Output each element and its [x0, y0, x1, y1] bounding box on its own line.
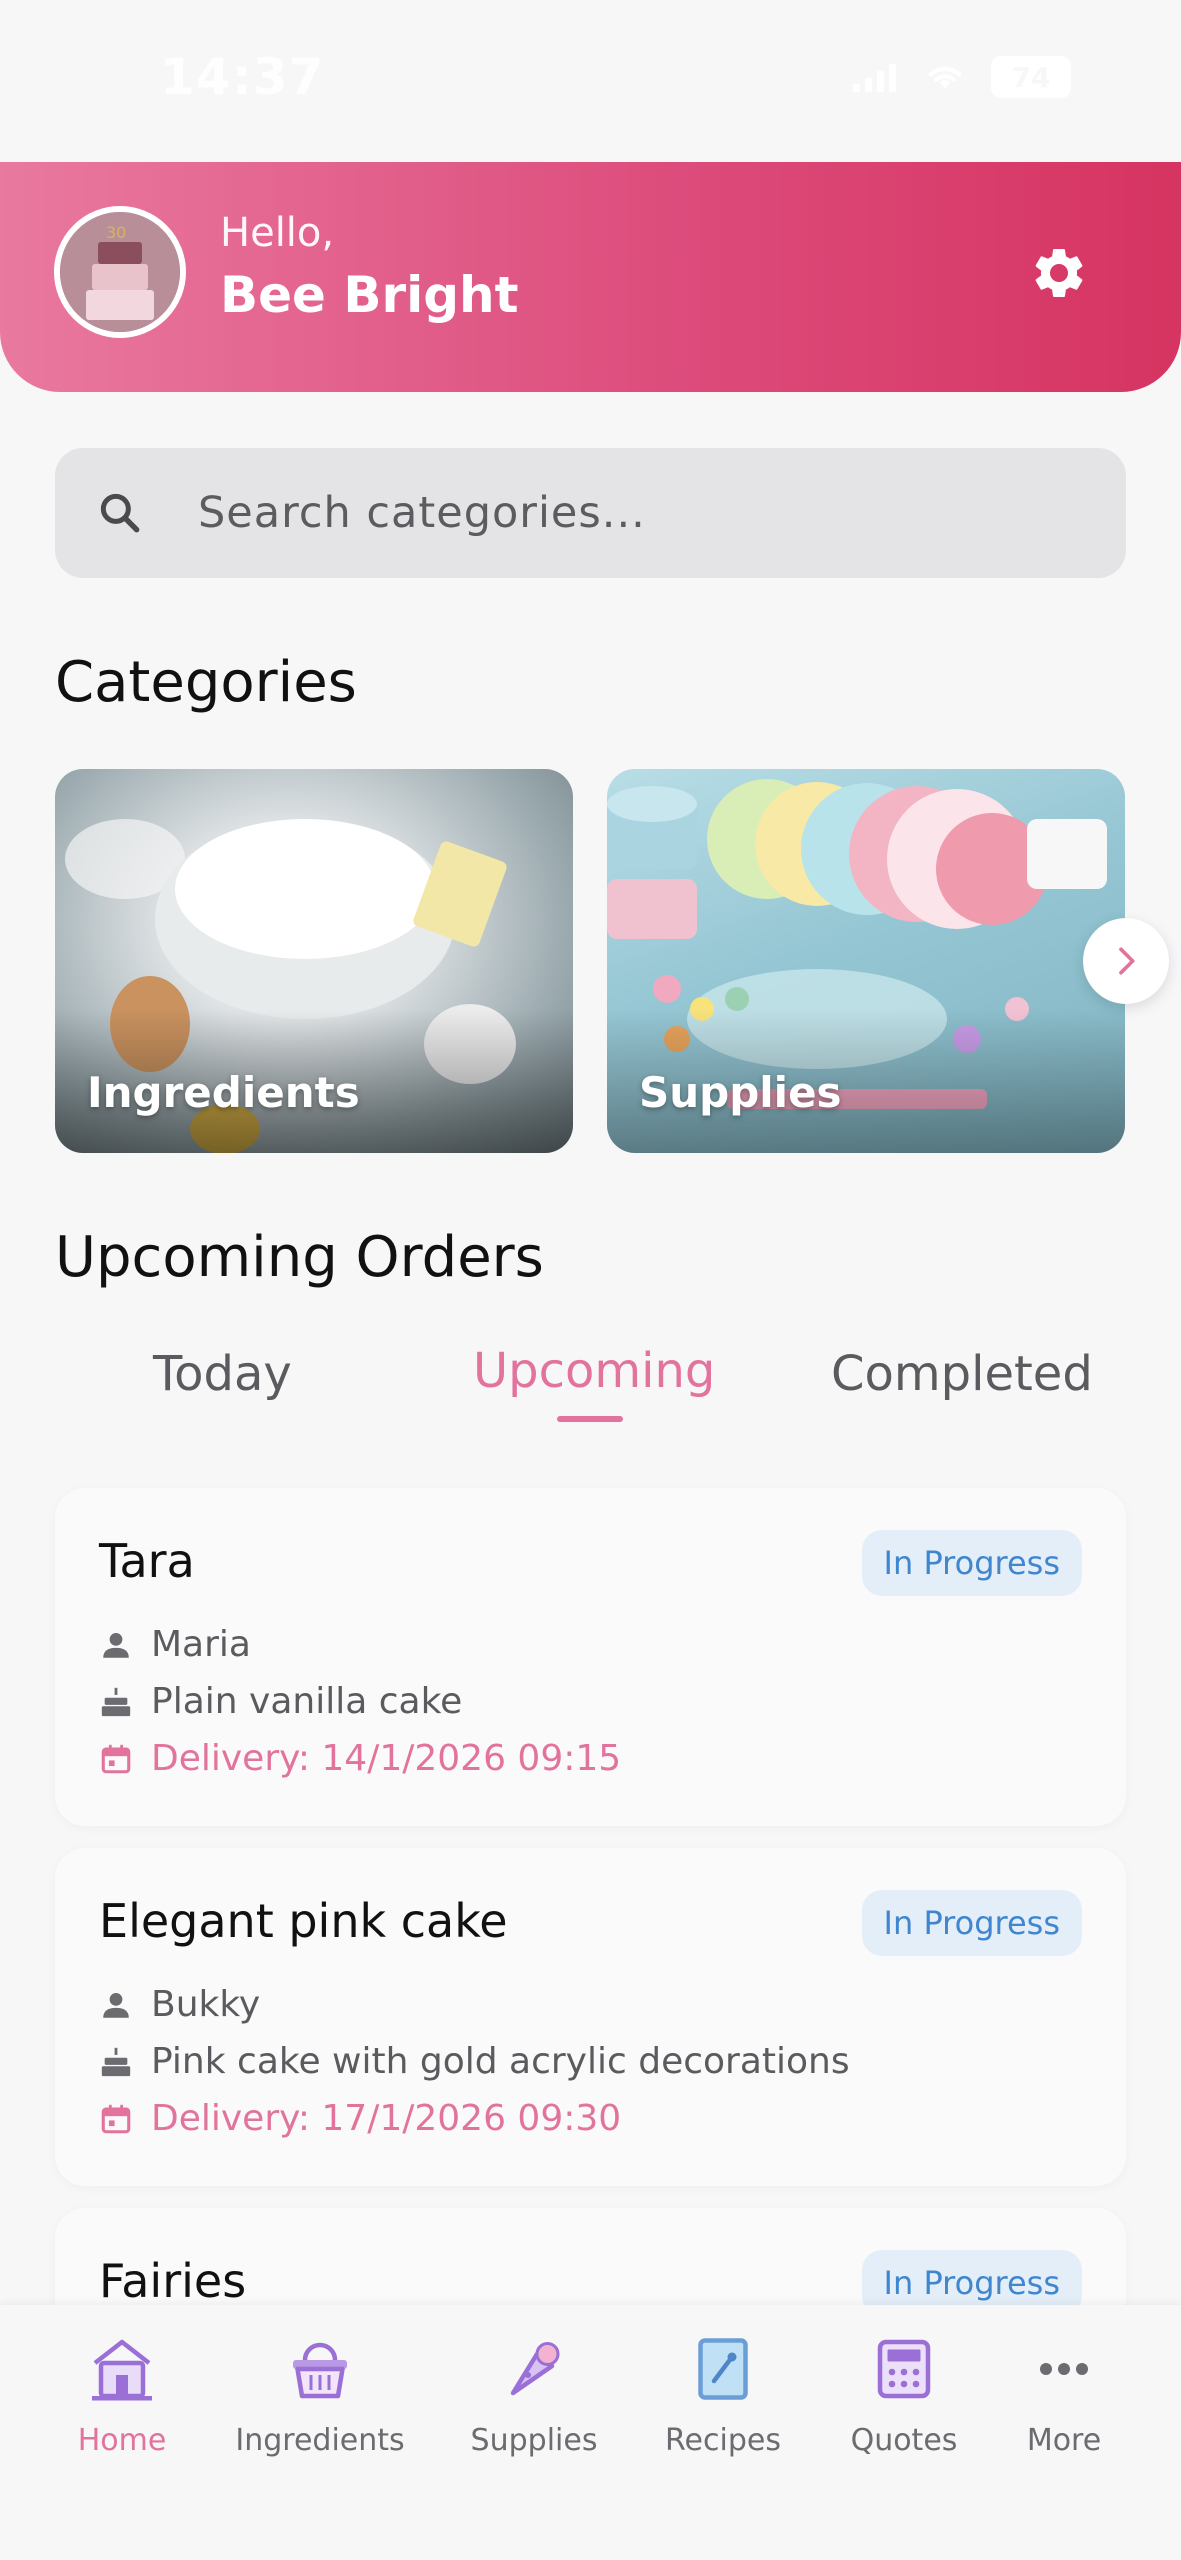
- status-bar: 14:37 74: [0, 0, 1181, 162]
- recipe-book-icon: [698, 2338, 748, 2400]
- status-time: 14:37: [160, 48, 325, 106]
- cake-avatar-image: 30: [60, 212, 180, 332]
- order-description-row: Plain vanilla cake: [99, 1681, 462, 1722]
- status-badge: In Progress: [861, 1890, 1082, 1956]
- order-title: Elegant pink cake: [99, 1894, 508, 1948]
- bottom-navigation: Home Ingredients Supplies Recipes Quotes…: [0, 2305, 1181, 2560]
- nav-item-home[interactable]: Home: [62, 2305, 182, 2495]
- avatar[interactable]: 30: [54, 206, 186, 338]
- order-title: Tara: [99, 1534, 195, 1588]
- nav-label: Supplies: [470, 2423, 598, 2458]
- status-badge: In Progress: [861, 1530, 1082, 1596]
- nav-label: Ingredients: [235, 2423, 405, 2458]
- nav-label: Home: [77, 2423, 167, 2458]
- order-title: Fairies: [99, 2254, 247, 2308]
- wifi-icon: [928, 66, 962, 89]
- cake-icon: [101, 1687, 131, 1716]
- basket-icon: [293, 2342, 347, 2399]
- order-description: Pink cake with gold acrylic decorations: [151, 2041, 850, 2082]
- settings-button[interactable]: [1024, 238, 1094, 308]
- active-tab-indicator: [557, 1416, 623, 1422]
- calculator-icon: [877, 2339, 931, 2399]
- category-label: Supplies: [639, 1068, 842, 1117]
- category-label: Ingredients: [87, 1068, 360, 1117]
- nav-label: Quotes: [850, 2423, 958, 2458]
- chevron-right-icon: [1119, 947, 1135, 975]
- nav-item-quotes[interactable]: Quotes: [846, 2305, 962, 2495]
- home-icon: [92, 2339, 152, 2401]
- battery-indicator: 74: [991, 56, 1071, 98]
- user-name: Bee Bright: [220, 266, 519, 324]
- category-card-ingredients[interactable]: Ingredients: [55, 769, 573, 1153]
- piping-bag-icon: [510, 2342, 560, 2396]
- gear-icon: [1035, 248, 1083, 297]
- order-card[interactable]: Tara In Progress Maria Plain vanilla cak…: [55, 1488, 1126, 1826]
- order-description: Plain vanilla cake: [151, 1681, 463, 1722]
- order-customer: Maria: [151, 1624, 251, 1665]
- person-icon: [103, 1632, 129, 1658]
- order-customer-row: Bukky: [99, 1984, 260, 2025]
- tab-upcoming[interactable]: Upcoming: [473, 1343, 715, 1399]
- person-icon: [103, 1992, 129, 2018]
- calendar-icon: [101, 1744, 131, 1773]
- app-header: 30 Hello, Bee Bright: [0, 162, 1181, 392]
- order-delivery: Delivery: 14/1/2026 09:15: [151, 1738, 622, 1779]
- nav-item-supplies[interactable]: Supplies: [468, 2305, 600, 2495]
- signal-icon: [853, 64, 896, 92]
- more-dots-icon: [1040, 2363, 1088, 2375]
- upcoming-orders-title: Upcoming Orders: [55, 1225, 544, 1290]
- svg-text:30: 30: [106, 223, 126, 242]
- nav-item-ingredients[interactable]: Ingredients: [232, 2305, 408, 2495]
- order-delivery-row: Delivery: 17/1/2026 09:30: [99, 2098, 621, 2139]
- search-icon: [100, 493, 140, 533]
- categories-title: Categories: [55, 650, 357, 715]
- order-customer-row: Maria: [99, 1624, 251, 1665]
- nav-item-more[interactable]: More: [1014, 2305, 1114, 2495]
- nav-item-recipes[interactable]: Recipes: [660, 2305, 786, 2495]
- nav-label: More: [1026, 2423, 1102, 2458]
- nav-label: Recipes: [665, 2423, 781, 2458]
- calendar-icon: [101, 2104, 131, 2133]
- order-delivery: Delivery: 17/1/2026 09:30: [151, 2098, 622, 2139]
- order-customer: Bukky: [151, 1984, 261, 2025]
- status-icons: 74: [851, 56, 1071, 98]
- order-description-row: Pink cake with gold acrylic decorations: [99, 2041, 850, 2082]
- tab-completed[interactable]: Completed: [831, 1346, 1093, 1402]
- greeting-text: Hello,: [220, 210, 335, 256]
- category-card-supplies[interactable]: Supplies: [607, 769, 1125, 1153]
- search-bar[interactable]: [55, 448, 1126, 578]
- search-input[interactable]: [198, 473, 1078, 553]
- tab-today[interactable]: Today: [153, 1346, 292, 1402]
- cake-icon: [101, 2047, 131, 2076]
- order-delivery-row: Delivery: 14/1/2026 09:15: [99, 1738, 621, 1779]
- order-card[interactable]: Elegant pink cake In Progress Bukky Pink…: [55, 1848, 1126, 2186]
- categories-next-button[interactable]: [1083, 918, 1169, 1004]
